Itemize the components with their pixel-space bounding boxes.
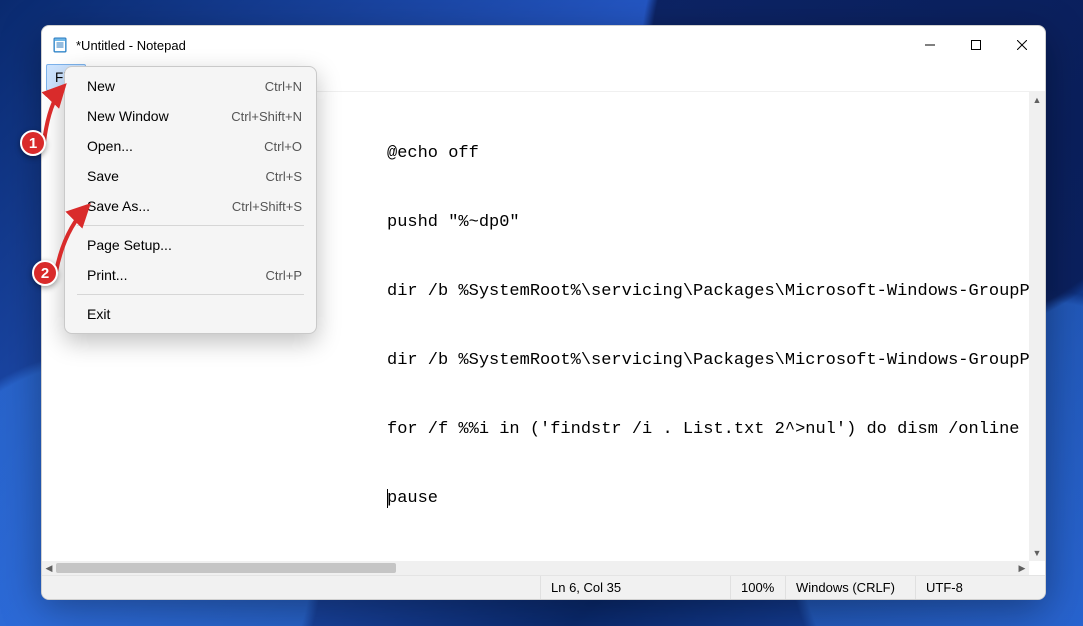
menu-item-label: New Window xyxy=(87,108,231,124)
scroll-up-icon[interactable]: ▲ xyxy=(1029,92,1045,108)
statusbar: Ln 6, Col 35 100% Windows (CRLF) UTF-8 xyxy=(42,575,1045,599)
menu-item-new[interactable]: New Ctrl+N xyxy=(65,71,316,101)
menu-item-page-setup[interactable]: Page Setup... xyxy=(65,230,316,260)
status-encoding: UTF-8 xyxy=(915,576,1045,599)
menu-item-shortcut: Ctrl+Shift+N xyxy=(231,109,302,124)
menu-item-save-as[interactable]: Save As... Ctrl+Shift+S xyxy=(65,191,316,221)
editor-line: dir /b %SystemRoot%\servicing\Packages\M… xyxy=(387,349,1029,372)
editor-line: pushd "%~dp0" xyxy=(387,211,1029,234)
annotation-callout-1: 1 xyxy=(20,130,46,156)
menu-item-exit[interactable]: Exit xyxy=(65,299,316,329)
minimize-button[interactable] xyxy=(907,26,953,64)
menu-item-shortcut: Ctrl+P xyxy=(266,268,302,283)
menu-item-label: Exit xyxy=(87,306,302,322)
menu-item-shortcut: Ctrl+Shift+S xyxy=(232,199,302,214)
menu-item-shortcut: Ctrl+S xyxy=(266,169,302,184)
annotation-callout-2: 2 xyxy=(32,260,58,286)
menu-item-save[interactable]: Save Ctrl+S xyxy=(65,161,316,191)
status-zoom: 100% xyxy=(730,576,785,599)
horizontal-scrollbar[interactable]: ◀ ▶ xyxy=(42,561,1029,575)
editor-line: pause xyxy=(387,487,1029,510)
menu-separator xyxy=(77,294,304,295)
editor-line: @echo off xyxy=(387,142,1029,165)
menu-item-label: Save As... xyxy=(87,198,232,214)
menu-item-label: New xyxy=(87,78,265,94)
editor-line: dir /b %SystemRoot%\servicing\Packages\M… xyxy=(387,280,1029,303)
menu-item-label: Print... xyxy=(87,267,266,283)
status-spacer xyxy=(42,576,540,599)
editor-line: for /f %%i in ('findstr /i . List.txt 2^… xyxy=(387,418,1029,441)
menu-item-open[interactable]: Open... Ctrl+O xyxy=(65,131,316,161)
status-line-ending: Windows (CRLF) xyxy=(785,576,915,599)
file-dropdown-menu: New Ctrl+N New Window Ctrl+Shift+N Open.… xyxy=(64,66,317,334)
window-title: *Untitled - Notepad xyxy=(76,38,186,53)
menu-item-shortcut: Ctrl+O xyxy=(264,139,302,154)
window-controls xyxy=(907,26,1045,64)
menu-item-print[interactable]: Print... Ctrl+P xyxy=(65,260,316,290)
scroll-left-icon[interactable]: ◀ xyxy=(42,561,56,575)
scroll-right-icon[interactable]: ▶ xyxy=(1015,561,1029,575)
vertical-scrollbar[interactable]: ▲ ▼ xyxy=(1029,92,1045,561)
maximize-button[interactable] xyxy=(953,26,999,64)
notepad-icon xyxy=(52,37,68,53)
menu-separator xyxy=(77,225,304,226)
menu-item-shortcut: Ctrl+N xyxy=(265,79,302,94)
scroll-thumb[interactable] xyxy=(56,563,396,573)
titlebar[interactable]: *Untitled - Notepad xyxy=(42,26,1045,64)
scroll-down-icon[interactable]: ▼ xyxy=(1029,545,1045,561)
menu-item-label: Page Setup... xyxy=(87,237,302,253)
menu-item-new-window[interactable]: New Window Ctrl+Shift+N xyxy=(65,101,316,131)
status-caret-pos: Ln 6, Col 35 xyxy=(540,576,730,599)
menu-item-label: Open... xyxy=(87,138,264,154)
close-button[interactable] xyxy=(999,26,1045,64)
menu-item-label: Save xyxy=(87,168,266,184)
text-caret xyxy=(387,489,388,508)
